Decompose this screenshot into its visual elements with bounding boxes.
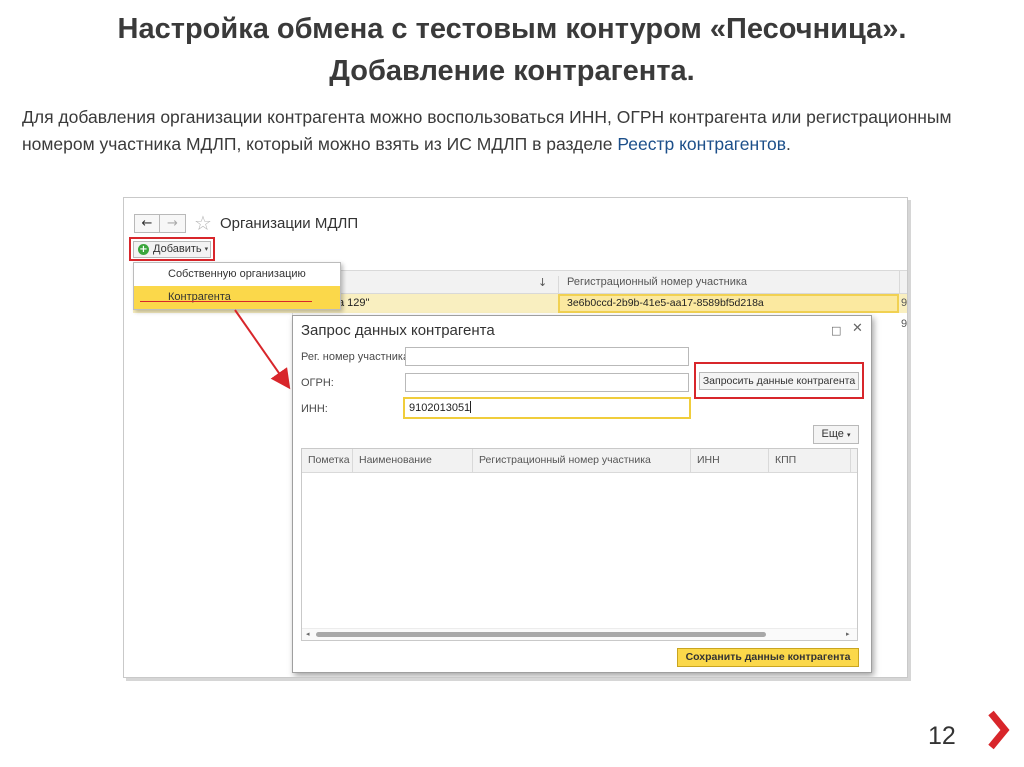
column-header-reg-number[interactable]: Регистрационный номер участника [472,449,690,472]
column-header-more[interactable] [899,271,907,293]
scroll-left-icon[interactable]: ◂ [306,630,310,638]
ogrn-label: ОГРН: [301,377,334,389]
chevron-right-icon[interactable] [986,710,1012,750]
add-button[interactable]: + Добавить ▾ [133,241,211,258]
results-grid: Пометка Наименование Регистрационный ном… [301,448,858,641]
close-icon[interactable]: ✕ [852,321,863,336]
counterparty-request-dialog: Запрос данных контрагента □ ✕ Рег. номер… [292,315,872,673]
inn-input-value: 9102013051 [409,402,471,414]
forward-button[interactable]: → [160,213,186,233]
description-text: Для добавления организации контрагента м… [22,107,952,154]
table-body-left [133,313,293,673]
favorite-star-icon[interactable]: ☆ [194,213,212,233]
inn-label: ИНН: [301,403,328,415]
counterparty-underline [140,301,312,302]
request-data-button[interactable]: Запросить данные контрагента [699,372,859,390]
ogrn-input[interactable] [405,373,689,392]
text-cursor [470,401,472,413]
page-number: 12 [928,722,956,750]
column-header-mark[interactable]: Пометка [302,449,352,472]
back-button[interactable]: ← [134,213,160,233]
add-plus-icon: + [138,244,149,255]
menu-item-own-organization[interactable]: Собственную организацию [134,263,340,286]
description-end: . [786,134,791,154]
add-button-highlight: + Добавить ▾ [129,237,215,261]
more-button-label: Еще [821,428,844,440]
row-name-cell: а 129" [338,297,370,309]
sort-arrow-icon[interactable]: ↓ [538,276,547,289]
column-header-reg-number[interactable]: Регистрационный номер участника [558,276,747,294]
add-dropdown-menu: Собственную организацию Контрагента [133,262,341,310]
horizontal-scrollbar[interactable]: ◂ ▸ [302,628,857,640]
column-header-inn[interactable]: ИНН [690,449,768,472]
app-screenshot: ← → ☆ Организации МДЛП + Добавить ▾ ↓ Ре… [123,197,908,678]
window-toolbar: ← → ☆ Организации МДЛП [134,213,358,233]
row-reg-number-cell[interactable]: 3e6b0ccd-2b9b-41e5-aa17-8589bf5d218a [558,294,899,313]
add-button-label: Добавить [153,243,202,255]
reg-number-input[interactable] [405,347,689,366]
row-more-cell: 9 [901,297,908,309]
more-caret-icon: ▾ [846,431,851,439]
column-header-kpp[interactable]: КПП [768,449,850,472]
slide-title-line-1: Настройка обмена с тестовым контуром «Пе… [117,13,907,45]
save-counterparty-button[interactable]: Сохранить данные контрагента [677,648,859,667]
slide-title-line-2: Добавление контрагента. [329,55,695,87]
caret-down-icon: ▾ [204,245,209,253]
request-button-highlight: Запросить данные контрагента [694,362,864,399]
menu-item-counterparty[interactable]: Контрагента [134,286,340,309]
maximize-icon[interactable]: □ [831,324,841,337]
second-row-more-cell: 9 [901,318,908,330]
column-header-name[interactable]: Наименование [352,449,472,472]
slide-title: Настройка обмена с тестовым контуром «Пе… [0,8,1024,92]
results-grid-header: Пометка Наименование Регистрационный ном… [302,449,857,473]
inn-input[interactable]: 9102013051 [403,397,691,419]
column-header-extra [850,449,857,472]
registry-link[interactable]: Реестр контрагентов [617,134,786,154]
window-title: Организации МДЛП [219,214,359,232]
scroll-right-icon[interactable]: ▸ [846,630,850,638]
slide-description: Для добавления организации контрагента м… [22,104,1012,158]
dialog-title: Запрос данных контрагента [301,322,495,339]
scrollbar-thumb[interactable] [316,632,766,637]
reg-number-label: Рег. номер участника: [301,351,413,363]
more-button[interactable]: Еще ▾ [813,425,859,444]
